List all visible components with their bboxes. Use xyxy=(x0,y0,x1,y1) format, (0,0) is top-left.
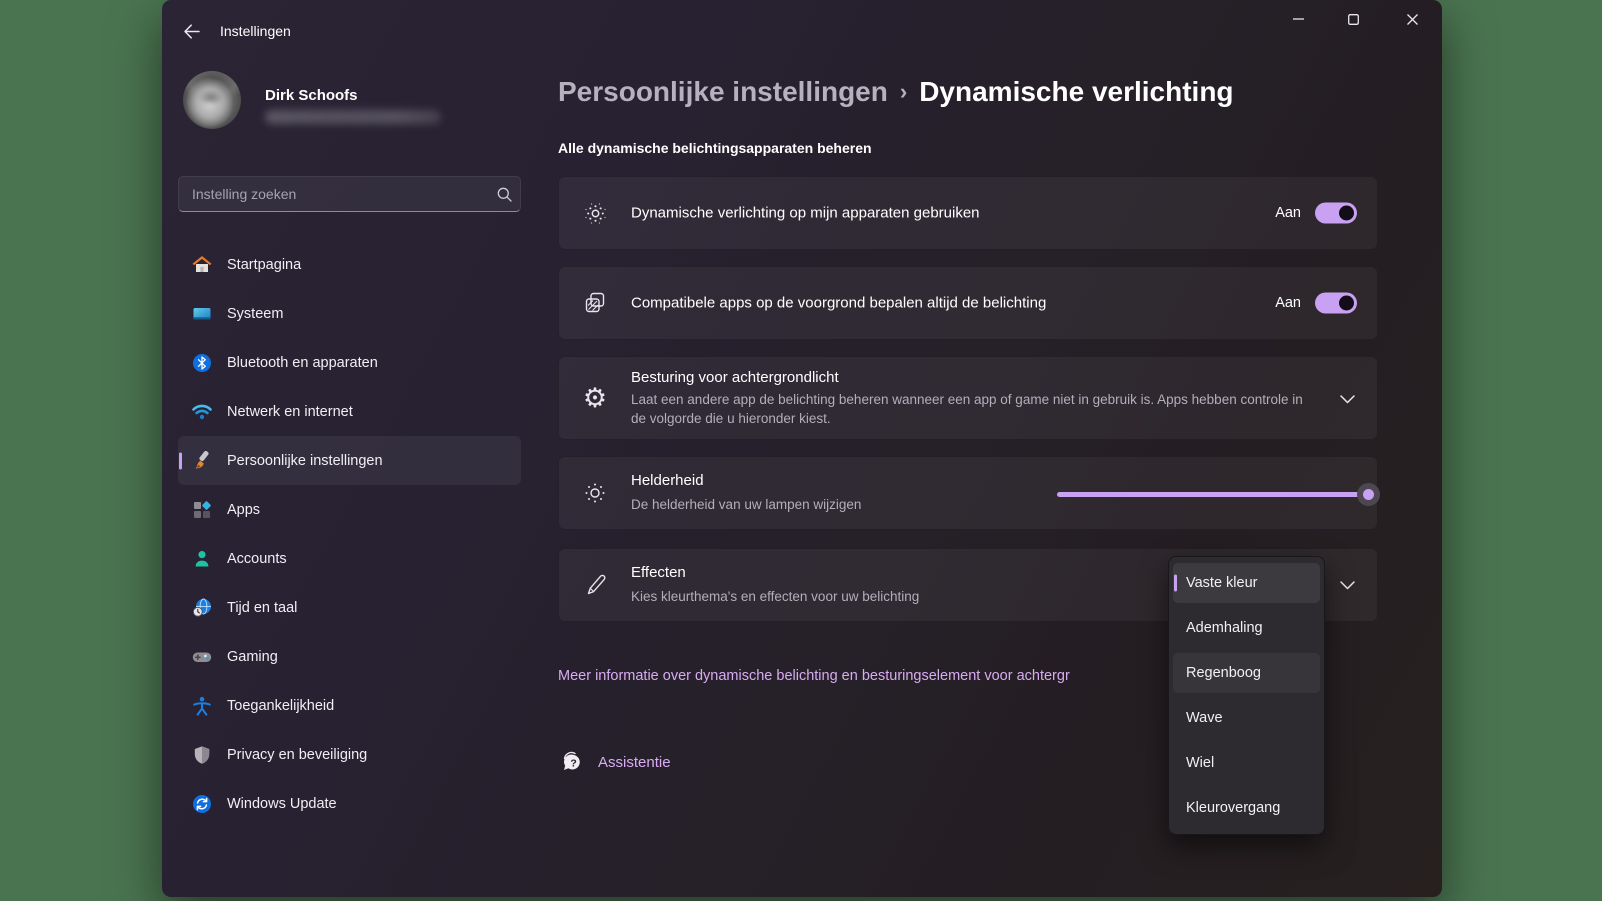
breadcrumb-parent[interactable]: Persoonlijke instellingen xyxy=(558,76,888,107)
toggle-state-label: Aan xyxy=(1275,295,1301,311)
card-title: Helderheid xyxy=(631,472,704,489)
wifi-icon xyxy=(192,402,212,422)
home-icon xyxy=(192,255,212,275)
toggle-knob xyxy=(1339,296,1354,311)
avatar-photo xyxy=(183,71,241,129)
sidebar-item-label: Windows Update xyxy=(227,796,337,812)
card-background-light-control[interactable]: ⚙ Besturing voor achtergrondlicht Laat e… xyxy=(558,356,1378,440)
card-title: Effecten xyxy=(631,564,686,581)
chevron-down-icon[interactable] xyxy=(1339,393,1355,405)
sidebar-item-accessibility[interactable]: Toegankelijkheid xyxy=(178,681,521,730)
sidebar-item-label: Gaming xyxy=(227,649,278,665)
card-title: Compatibele apps op de voorgrond bepalen… xyxy=(631,295,1046,312)
help-bubble-icon: ? xyxy=(558,748,586,776)
avatar[interactable] xyxy=(183,71,241,129)
apps-grid-icon xyxy=(192,500,212,520)
close-icon xyxy=(1407,14,1418,25)
accessibility-person-icon xyxy=(192,696,212,716)
sidebar-item-label: Persoonlijke instellingen xyxy=(227,453,383,469)
person-icon xyxy=(192,549,212,569)
combobox-chevron-down-icon[interactable] xyxy=(1339,579,1355,591)
sidebar-item-privacy[interactable]: Privacy en beveiliging xyxy=(178,730,521,779)
sidebar-item-network[interactable]: Netwerk en internet xyxy=(178,387,521,436)
slider-track[interactable] xyxy=(1057,492,1369,497)
assistance-label: Assistentie xyxy=(598,754,671,771)
flyout-option-vaste-kleur[interactable]: Vaste kleur xyxy=(1173,563,1320,603)
profile-email-redacted xyxy=(265,110,441,124)
close-button[interactable] xyxy=(1389,2,1435,36)
sidebar-item-label: Systeem xyxy=(227,306,283,322)
shield-icon xyxy=(192,745,212,765)
sidebar-item-label: Privacy en beveiliging xyxy=(227,747,367,763)
profile-name: Dirk Schoofs xyxy=(265,87,358,104)
sidebar-item-accounts[interactable]: Accounts xyxy=(178,534,521,583)
desktop: { "titlebar": {"app_title": "Instellinge… xyxy=(0,0,1602,901)
card-description: Laat een andere app de belichting behere… xyxy=(631,390,1313,428)
card-title: Besturing voor achtergrondlicht xyxy=(631,369,839,386)
paintbrush-icon xyxy=(192,451,212,471)
learn-more-link[interactable]: Meer informatie over dynamische belichti… xyxy=(558,668,1070,684)
card-brightness: Helderheid De helderheid van uw lampen w… xyxy=(558,456,1378,530)
sidebar-item-label: Netwerk en internet xyxy=(227,404,353,420)
system-icon xyxy=(192,304,212,324)
brightness-slider[interactable] xyxy=(1057,457,1369,531)
page-title: Dynamische verlichting xyxy=(919,76,1233,107)
card-description: Kies kleurthema's en effecten voor uw be… xyxy=(631,587,919,606)
back-button[interactable] xyxy=(178,19,204,43)
effects-pen-icon xyxy=(581,571,609,599)
flyout-option-kleurovergang[interactable]: Kleurovergang xyxy=(1173,788,1320,828)
dynamic-lighting-toggle[interactable] xyxy=(1315,203,1357,224)
brightness-icon xyxy=(581,479,609,507)
sync-icon xyxy=(192,794,212,814)
sidebar-item-system[interactable]: Systeem xyxy=(178,289,521,338)
dynamic-lighting-icon xyxy=(581,199,609,227)
card-compatible-apps: Compatibele apps op de voorgrond bepalen… xyxy=(558,266,1378,340)
sidebar-item-home[interactable]: Startpagina xyxy=(178,240,521,289)
search-input[interactable] xyxy=(179,186,488,202)
sidebar-item-label: Bluetooth en apparaten xyxy=(227,355,378,371)
sidebar-item-label: Startpagina xyxy=(227,257,301,273)
sidebar-item-time-language[interactable]: Tijd en taal xyxy=(178,583,521,632)
sidebar-item-label: Tijd en taal xyxy=(227,600,297,616)
search-icon[interactable] xyxy=(488,187,520,202)
sidebar-item-label: Accounts xyxy=(227,551,287,567)
card-description: De helderheid van uw lampen wijzigen xyxy=(631,495,861,514)
flyout-option-ademhaling[interactable]: Ademhaling xyxy=(1173,608,1320,648)
sidebar-item-apps[interactable]: Apps xyxy=(178,485,521,534)
effects-dropdown-flyout: Vaste kleur Ademhaling Regenboog Wave Wi… xyxy=(1168,556,1325,835)
sidebar-item-gaming[interactable]: Gaming xyxy=(178,632,521,681)
breadcrumb-separator-icon: › xyxy=(888,79,919,104)
breadcrumb: Persoonlijke instellingen›Dynamische ver… xyxy=(558,76,1234,108)
slider-thumb[interactable] xyxy=(1357,483,1380,506)
sidebar-item-personalization[interactable]: Persoonlijke instellingen xyxy=(178,436,521,485)
arrow-left-icon xyxy=(183,24,200,39)
section-title: Alle dynamische belichtingsapparaten beh… xyxy=(558,140,872,156)
toggle-knob xyxy=(1339,206,1354,221)
svg-text:?: ? xyxy=(570,758,576,770)
app-title: Instellingen xyxy=(220,23,291,39)
apps-foreground-icon xyxy=(581,289,609,317)
settings-window: Instellingen Dirk Schoofs Startpagina Sy xyxy=(162,0,1442,897)
flyout-option-regenboog[interactable]: Regenboog xyxy=(1173,653,1320,693)
sidebar-item-label: Toegankelijkheid xyxy=(227,698,334,714)
assistance-link[interactable]: ? Assistentie xyxy=(558,748,671,776)
sidebar-item-windows-update[interactable]: Windows Update xyxy=(178,779,521,828)
search-box[interactable] xyxy=(178,176,521,212)
flyout-option-wave[interactable]: Wave xyxy=(1173,698,1320,738)
bluetooth-icon xyxy=(192,353,212,373)
sidebar-item-label: Apps xyxy=(227,502,260,518)
globe-clock-icon xyxy=(192,598,212,618)
card-use-dynamic-lighting: Dynamische verlichting op mijn apparaten… xyxy=(558,176,1378,250)
gamepad-icon xyxy=(192,647,212,667)
sidebar-nav: Startpagina Systeem Bluetooth en apparat… xyxy=(178,240,521,828)
compatible-apps-toggle[interactable] xyxy=(1315,293,1357,314)
sidebar-item-bluetooth[interactable]: Bluetooth en apparaten xyxy=(178,338,521,387)
toggle-state-label: Aan xyxy=(1275,205,1301,221)
card-title: Dynamische verlichting op mijn apparaten… xyxy=(631,205,980,222)
gear-icon: ⚙ xyxy=(581,384,609,412)
flyout-option-wiel[interactable]: Wiel xyxy=(1173,743,1320,783)
